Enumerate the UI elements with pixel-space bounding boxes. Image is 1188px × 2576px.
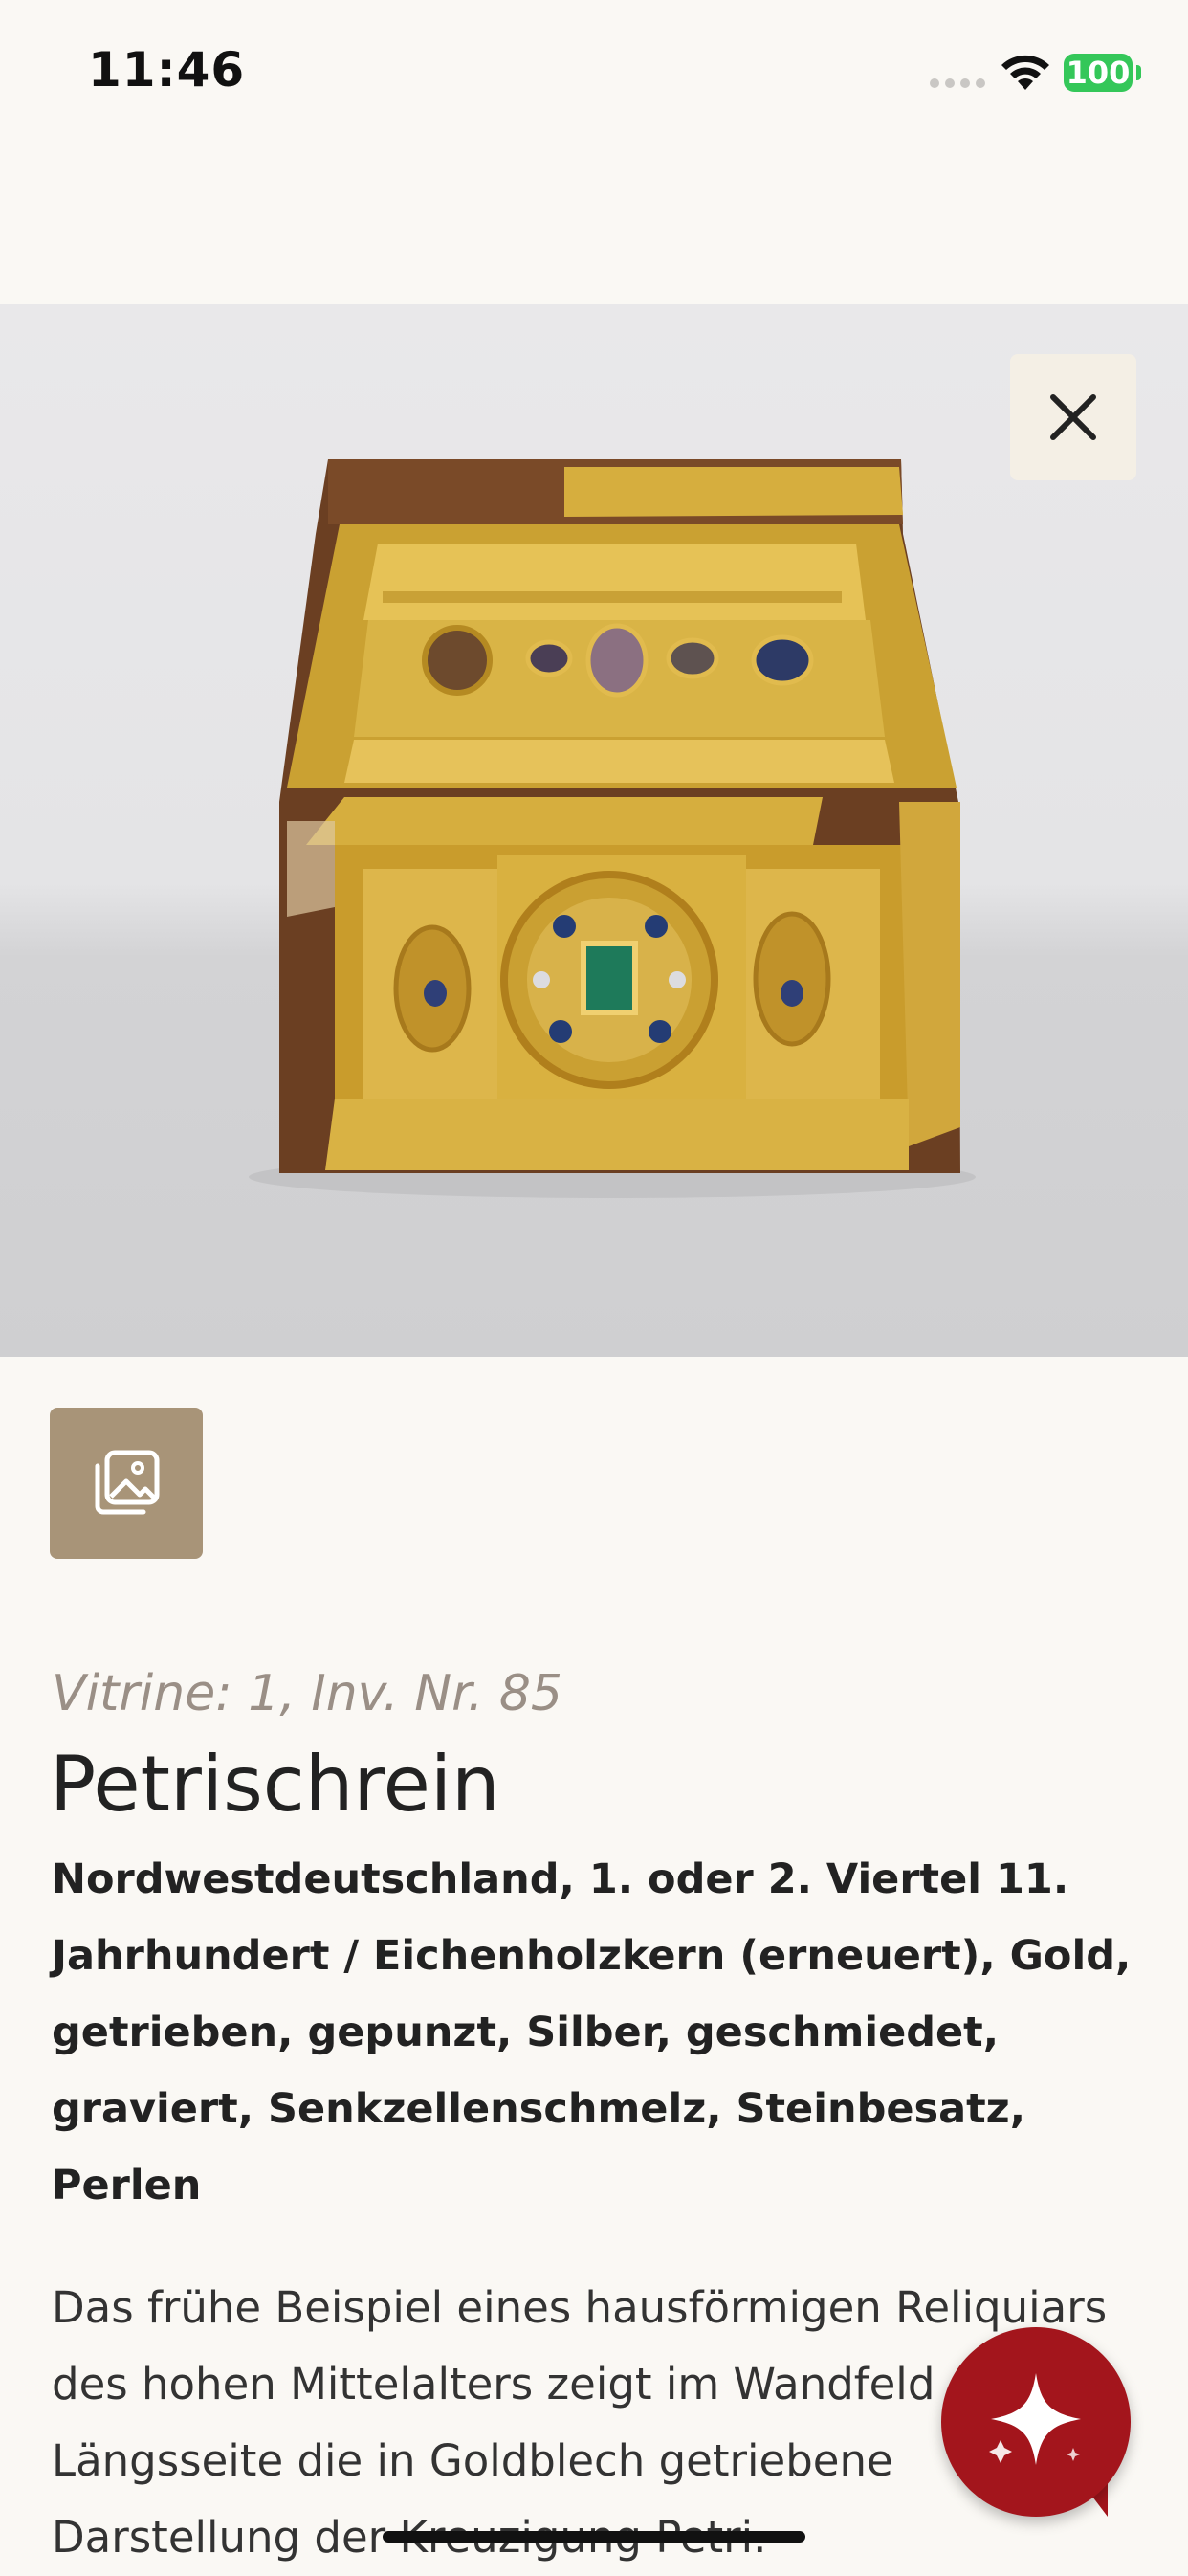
close-button[interactable] (1010, 354, 1136, 480)
ai-assistant-button[interactable] (941, 2327, 1131, 2517)
object-subtitle: Nordwestdeutschland, 1. oder 2. Viertel … (52, 1855, 1132, 2210)
sparkle-icon (989, 2373, 1081, 2465)
status-bar: 11:46 100 (0, 0, 1188, 144)
status-time: 11:46 (88, 42, 246, 98)
battery-cap (1136, 65, 1141, 80)
object-meta: Vitrine: 1, Inv. Nr. 85 (52, 1665, 562, 1722)
gallery-icon (95, 1450, 160, 1515)
object-title: Petrischrein (50, 1740, 500, 1829)
close-icon (1050, 394, 1096, 440)
wifi-icon (1001, 55, 1049, 90)
cellular-signal-icon (930, 78, 985, 88)
gallery-button[interactable] (50, 1408, 203, 1559)
battery-indicator: 100 (1064, 54, 1133, 92)
home-indicator[interactable] (383, 2531, 805, 2543)
